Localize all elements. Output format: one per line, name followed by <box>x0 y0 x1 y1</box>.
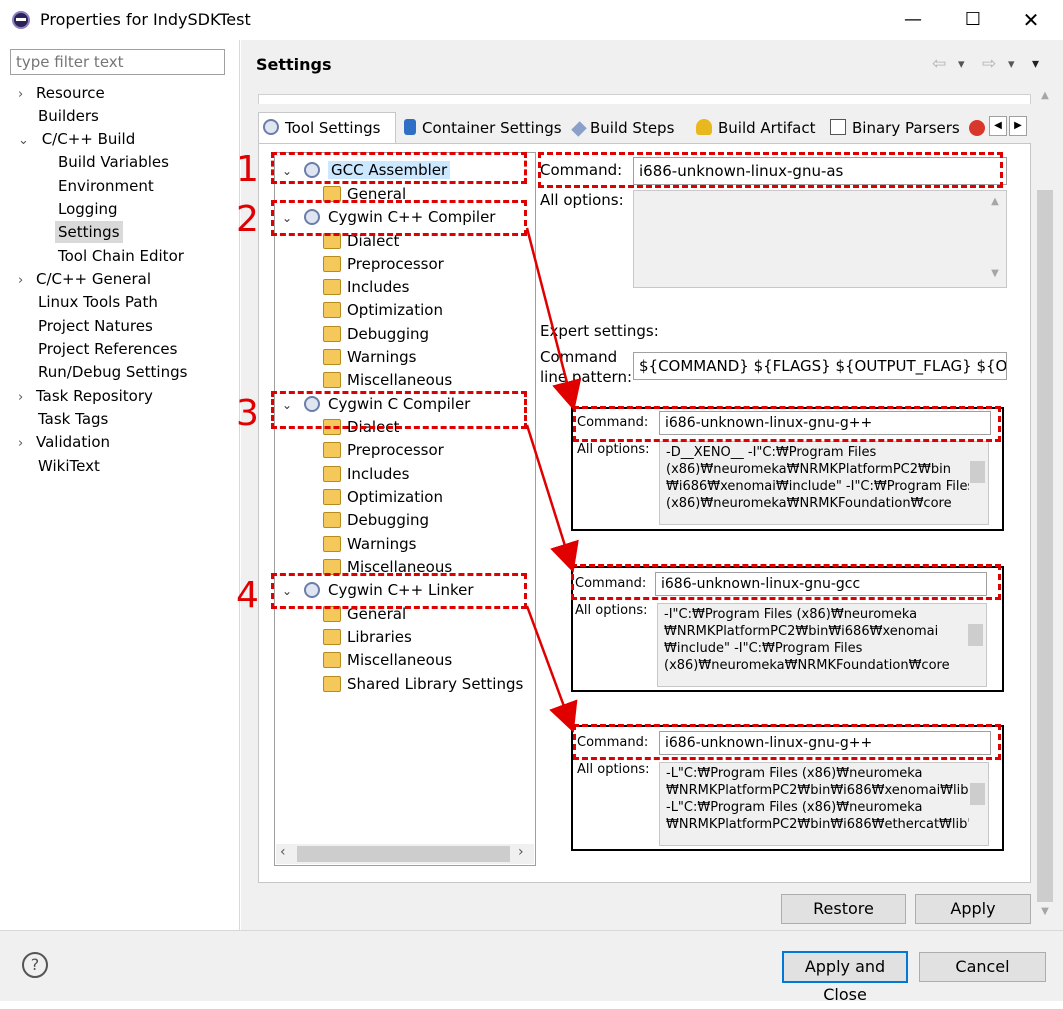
apply-and-close-button[interactable]: Apply and Close <box>782 951 908 1004</box>
scroll-up-arrow-icon[interactable]: ▲ <box>1037 90 1053 101</box>
cancel-button[interactable]: Cancel <box>919 952 1046 982</box>
arrow-linker-to-panel-c <box>525 605 578 733</box>
annotation-arrows <box>525 227 582 733</box>
restore-defaults-button[interactable]: Restore Defaults <box>781 894 906 946</box>
settings-scroll-thumb[interactable] <box>1037 190 1053 902</box>
arrow-c-compiler-to-panel-b <box>525 424 579 573</box>
scroll-down-arrow-icon[interactable]: ▼ <box>1037 906 1053 917</box>
arrow-compiler-to-panel-a <box>525 227 582 411</box>
help-icon[interactable]: ? <box>22 952 48 978</box>
apply-button[interactable]: Apply <box>915 894 1031 924</box>
